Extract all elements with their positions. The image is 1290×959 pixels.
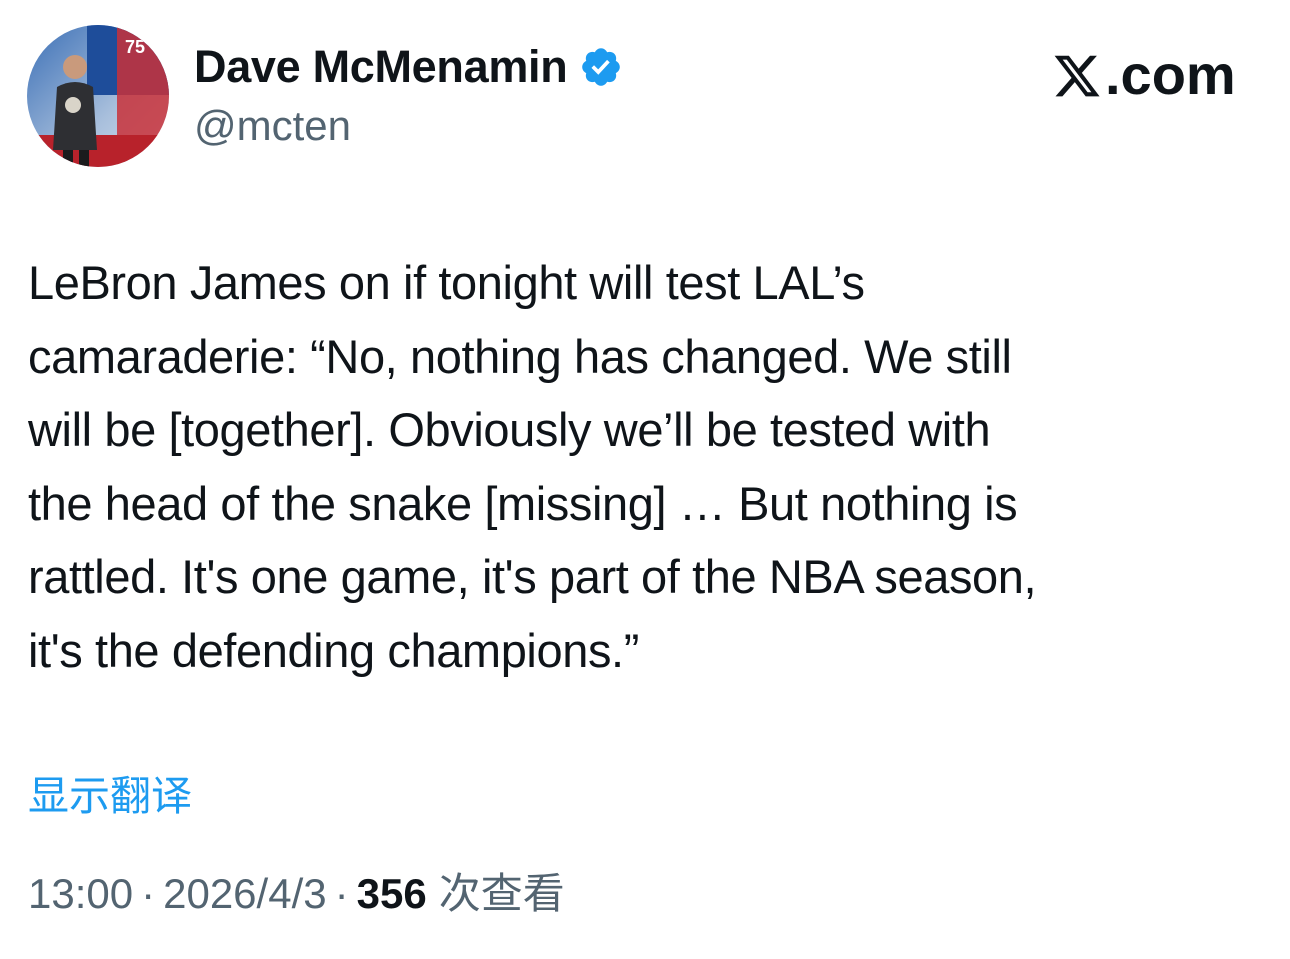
meta-separator: · <box>141 870 156 917</box>
tweet-metadata: 13:00 · 2026/4/3 · 356 次查看 <box>28 860 565 921</box>
show-translation-link[interactable]: 显示翻译 <box>28 762 192 822</box>
views-count: 356 <box>356 870 427 917</box>
avatar-image: 75 <box>27 25 169 167</box>
verified-badge-icon <box>579 45 623 89</box>
brand-domain-text: .com <box>1105 42 1236 106</box>
author-name-text: Dave McMenamin <box>194 41 568 92</box>
meta-separator: · <box>334 870 349 917</box>
author-handle[interactable]: @mcten <box>194 102 351 150</box>
author-display-name[interactable]: Dave McMenamin <box>194 40 623 94</box>
svg-text:75: 75 <box>125 37 145 57</box>
tweet-text: LeBron James on if tonight will test LAL… <box>28 256 1037 677</box>
tweet-date[interactable]: 2026/4/3 <box>163 870 327 918</box>
tweet-time[interactable]: 13:00 <box>28 870 133 918</box>
brand-logo: .com <box>1052 42 1236 106</box>
x-logo-icon <box>1052 49 1102 99</box>
views-label: 次查看 <box>438 870 565 917</box>
avatar[interactable]: 75 <box>27 25 169 167</box>
